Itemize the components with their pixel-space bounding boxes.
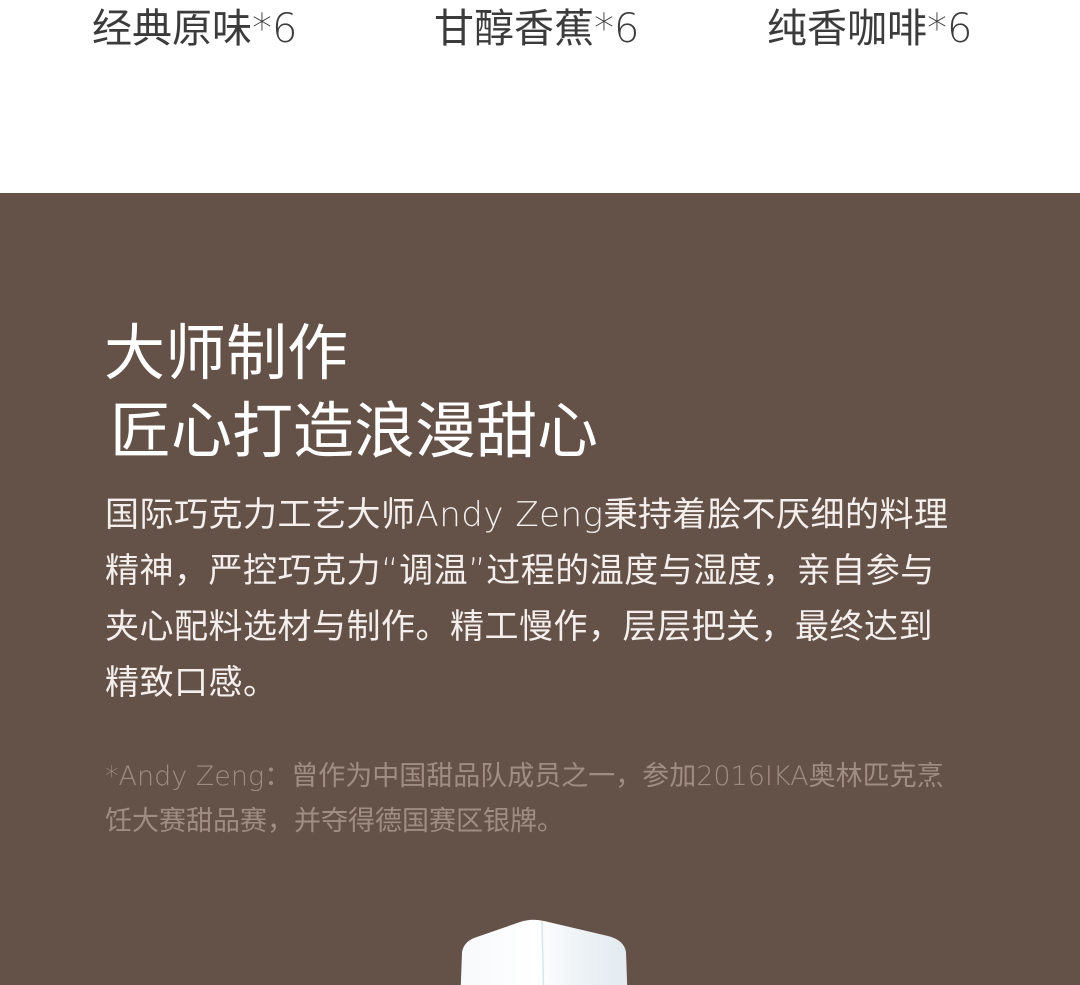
flavor-coffee-label: 纯香咖啡*6: [767, 6, 973, 52]
section-description: 国际巧克力工艺大师Andy Zeng秉持着脍不厌细的料理精神，严控巧克力“调温”…: [105, 495, 949, 703]
flavor-header: 经典原味*6 甘醇香蕉*6 纯香咖啡*6: [0, 0, 1080, 193]
section-title-line-1: 大师制作: [104, 318, 349, 389]
section-title: 大师制作 匠心打造浪漫甜心: [104, 315, 1004, 471]
master-craft-section: 大师制作 匠心打造浪漫甜心 国际巧克力工艺大师Andy Zeng秉持着脍不厌细的…: [0, 193, 1080, 985]
flavor-banana-label: 甘醇香蕉*6: [434, 6, 640, 52]
chef-footnote: *Andy Zeng：曾作为中国甜品队成员之一，参加2016IKA奥林匹克烹饪大…: [105, 761, 944, 837]
section-title-line-2: 匠心打造浪漫甜心: [110, 396, 599, 467]
flavor-original-label: 经典原味*6: [92, 6, 298, 52]
product-box-image: [460, 919, 628, 985]
